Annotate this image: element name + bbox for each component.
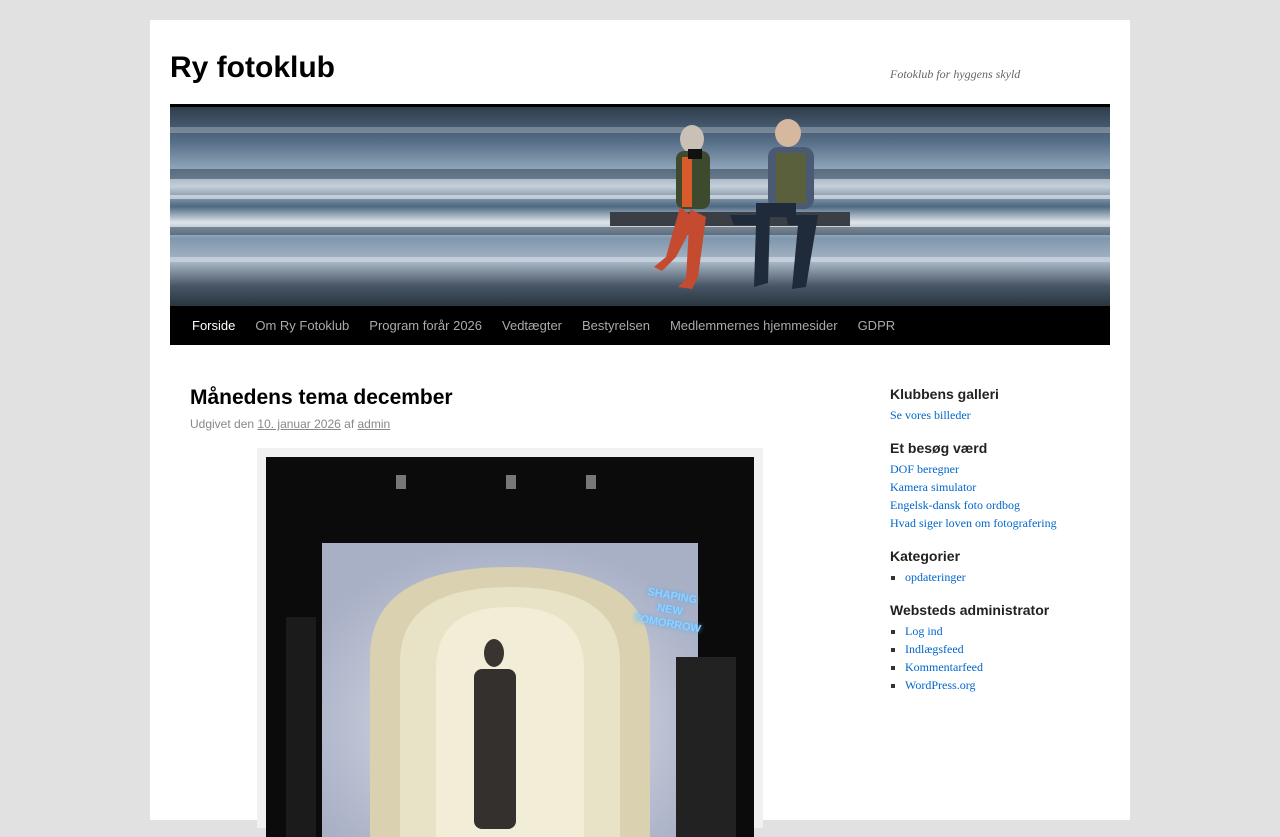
nav-item-program[interactable]: Program forår 2026 bbox=[359, 306, 492, 345]
login-link[interactable]: Log ind bbox=[905, 624, 943, 638]
site-description: Fotoklub for hyggens skyld bbox=[890, 67, 1021, 81]
list-item: Kommentarfeed bbox=[905, 658, 1120, 676]
nav-item-medlemmernes-hjemmesider[interactable]: Medlemmernes hjemmesider bbox=[660, 306, 848, 345]
widget-visit-title: Et besøg værd bbox=[890, 440, 988, 456]
widget-admin-title: Websteds administrator bbox=[890, 602, 1050, 618]
nav-item-bestyrelsen[interactable]: Bestyrelsen bbox=[572, 306, 660, 345]
shop-window-photo bbox=[266, 457, 754, 837]
widget-admin: Websteds administrator Log ind Indlægsfe… bbox=[890, 601, 1120, 694]
link-dof-beregner[interactable]: DOF beregner bbox=[890, 460, 1120, 478]
post-title[interactable]: Månedens tema december bbox=[190, 386, 453, 410]
list-item: WordPress.org bbox=[905, 676, 1120, 694]
page-wrapper: Ry fotoklub Fotoklub for hyggens skyld F… bbox=[150, 20, 1130, 837]
widget-categories: Kategorier opdateringer bbox=[890, 547, 1120, 586]
nav-item-om-ry-fotoklub[interactable]: Om Ry Fotoklub bbox=[245, 306, 359, 345]
widget-gallery-title: Klubbens galleri bbox=[890, 386, 999, 402]
photographers-illustration bbox=[610, 119, 850, 289]
gallery-link[interactable]: Se vores billeder bbox=[890, 406, 1120, 424]
nav-item-vedtaegter[interactable]: Vedtægter bbox=[492, 306, 572, 345]
list-item: Log ind bbox=[905, 622, 1120, 640]
post-image[interactable]: SHAPING NEW TOMORROW bbox=[266, 457, 754, 837]
categories-list: opdateringer bbox=[890, 568, 1120, 586]
posts-feed-link[interactable]: Indlægsfeed bbox=[905, 642, 964, 656]
widget-visit: Et besøg værd DOF beregner Kamera simula… bbox=[890, 439, 1120, 532]
site-title[interactable]: Ry fotoklub bbox=[170, 50, 335, 86]
post-image-frame: SHAPING NEW TOMORROW bbox=[257, 448, 763, 837]
nav-item-forside[interactable]: Forside bbox=[182, 306, 245, 345]
link-kamera-simulator[interactable]: Kamera simulator bbox=[890, 478, 1120, 496]
admin-list: Log ind Indlægsfeed Kommentarfeed WordPr… bbox=[890, 622, 1120, 694]
post-author-link[interactable]: admin bbox=[358, 417, 391, 431]
widget-gallery: Klubbens galleri Se vores billeder bbox=[890, 385, 1120, 424]
nav-item-gdpr[interactable]: GDPR bbox=[848, 306, 906, 345]
comments-feed-link[interactable]: Kommentarfeed bbox=[905, 660, 983, 674]
category-link-opdateringer[interactable]: opdateringer bbox=[905, 570, 966, 584]
link-loven-om-fotografering[interactable]: Hvad siger loven om fotografering bbox=[890, 514, 1120, 532]
list-item: Indlægsfeed bbox=[905, 640, 1120, 658]
post-meta-prefix: Udgivet den bbox=[190, 417, 255, 431]
post-meta: Udgivet den 10. januar 2026 af admin bbox=[190, 417, 390, 431]
list-item: opdateringer bbox=[905, 568, 1120, 586]
post-date-link[interactable]: 10. januar 2026 bbox=[257, 417, 340, 431]
link-foto-ordbog[interactable]: Engelsk-dansk foto ordbog bbox=[890, 496, 1120, 514]
widget-categories-title: Kategorier bbox=[890, 548, 961, 564]
main-navigation: Forside Om Ry Fotoklub Program forår 202… bbox=[170, 306, 1110, 345]
post-meta-by: af bbox=[344, 417, 355, 431]
header-banner-image bbox=[170, 107, 1110, 306]
wordpress-org-link[interactable]: WordPress.org bbox=[905, 678, 975, 692]
